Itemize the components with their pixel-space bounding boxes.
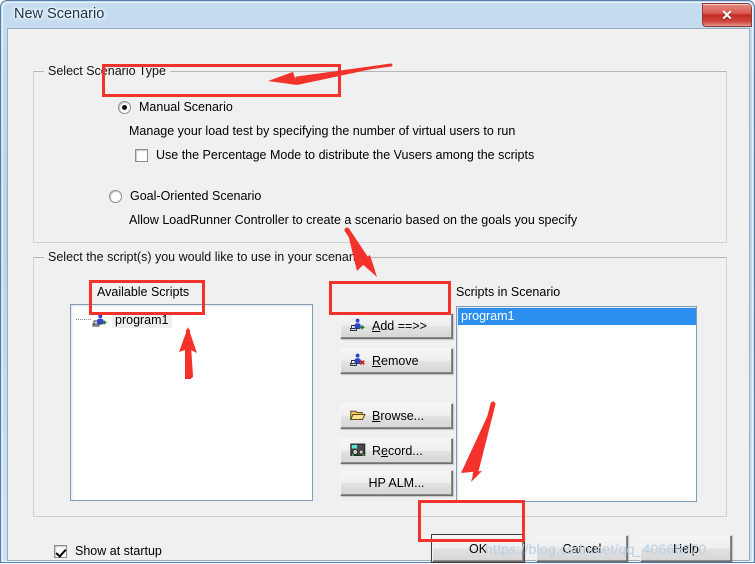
checkbox-icon-percentage-mode[interactable] <box>135 148 148 162</box>
close-icon: ✕ <box>721 7 733 23</box>
tree-connector-line <box>76 318 91 321</box>
radio-button-icon-manual[interactable] <box>118 100 131 114</box>
available-script-name[interactable]: program1 <box>112 311 172 328</box>
add-script-button[interactable]: Add ==>> <box>340 313 453 339</box>
list-item[interactable]: program1 <box>458 308 696 325</box>
script-icon <box>92 312 108 328</box>
radio-manual-scenario-label: Manual Scenario <box>139 100 233 114</box>
radio-goal-oriented-scenario-label: Goal-Oriented Scenario <box>130 189 262 203</box>
record-button-label: Record... <box>372 444 423 458</box>
checkbox-show-at-startup-label: Show at startup <box>75 544 162 558</box>
checkbox-icon-show-at-startup[interactable] <box>54 544 67 558</box>
add-script-icon <box>350 317 366 336</box>
checkbox-show-at-startup[interactable]: Show at startup <box>54 544 162 558</box>
goal-oriented-scenario-description: Allow LoadRunner Controller to create a … <box>129 213 578 227</box>
list-item[interactable]: program1 <box>76 310 172 329</box>
scripts-in-scenario-list[interactable]: program1 <box>456 306 697 502</box>
available-scripts-label: Available Scripts <box>97 285 190 299</box>
available-scripts-list[interactable]: program1 <box>70 304 313 501</box>
checkbox-percentage-mode-label: Use the Percentage Mode to distribute th… <box>156 148 535 162</box>
title-bar[interactable]: New Scenario ✕ <box>1 1 755 31</box>
hp-alm-button[interactable]: HP ALM... <box>340 470 453 496</box>
scripts-in-scenario-label: Scripts in Scenario <box>456 285 561 299</box>
watermark-text: https://blog.csdn.net/qq_40666270 <box>485 541 707 557</box>
browse-button-label: Browse... <box>372 409 425 423</box>
new-scenario-dialog: New Scenario ✕ Select Scenario Type Manu… <box>0 0 755 563</box>
remove-script-button-label: Remove <box>372 354 419 368</box>
remove-script-icon <box>350 352 366 371</box>
script-selection-group-title: Select the script(s) you would like to u… <box>44 250 367 264</box>
scenario-type-group-title: Select Scenario Type <box>44 64 170 78</box>
record-icon <box>350 442 366 461</box>
browse-button[interactable]: Browse... <box>340 403 453 429</box>
radio-goal-oriented-scenario[interactable]: Goal-Oriented Scenario <box>109 189 261 203</box>
dialog-client-area: Select Scenario Type Manual Scenario Man… <box>7 28 750 562</box>
radio-button-icon-goal-oriented[interactable] <box>109 189 122 203</box>
folder-open-icon <box>350 407 366 426</box>
record-button[interactable]: Record... <box>340 438 453 464</box>
remove-script-button[interactable]: Remove <box>340 348 453 374</box>
window-title: New Scenario <box>14 6 105 22</box>
add-script-button-label: Add ==>> <box>372 319 427 333</box>
checkbox-percentage-mode[interactable]: Use the Percentage Mode to distribute th… <box>135 148 534 162</box>
hp-alm-button-label: HP ALM... <box>368 476 425 490</box>
close-button[interactable]: ✕ <box>702 3 752 27</box>
manual-scenario-description: Manage your load test by specifying the … <box>129 124 516 138</box>
radio-manual-scenario[interactable]: Manual Scenario <box>118 100 233 114</box>
